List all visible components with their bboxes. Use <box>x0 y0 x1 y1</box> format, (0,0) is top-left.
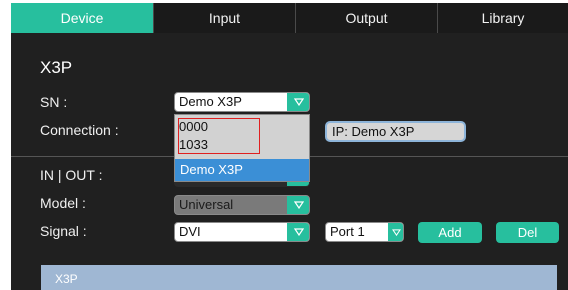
highlight-box <box>178 118 260 154</box>
signal-select[interactable]: DVI <box>174 222 310 242</box>
model-dropdown-arrow[interactable] <box>287 196 309 214</box>
signal-label: Signal : <box>40 223 87 239</box>
sn-label: SN : <box>40 94 68 110</box>
sn-option-demo-x3p[interactable]: Demo X3P <box>175 159 309 181</box>
device-title: X3P <box>40 58 73 77</box>
ip-address-field[interactable]: IP: Demo X3P <box>325 121 466 142</box>
device-preview-label: X3P <box>55 272 78 286</box>
in-out-label: IN | OUT : <box>40 167 103 183</box>
chevron-down-icon <box>293 201 304 209</box>
sn-select-value: Demo X3P <box>179 94 242 109</box>
sn-select[interactable]: Demo X3P <box>174 92 310 112</box>
model-select-value: Universal <box>179 197 234 212</box>
tab-output[interactable]: Output <box>296 3 438 33</box>
sn-dropdown-list: 0000 1033 Demo X3P <box>174 114 310 182</box>
model-label: Model : <box>40 195 86 211</box>
port-select-value: Port 1 <box>330 224 365 239</box>
port-dropdown-arrow[interactable] <box>388 223 403 241</box>
tab-bar: Device Input Output Library <box>11 3 568 33</box>
add-button[interactable]: Add <box>418 222 482 243</box>
tab-input[interactable]: Input <box>154 3 296 33</box>
model-select[interactable]: Universal <box>174 195 310 215</box>
device-panel: X3P SN : Demo X3P Connection : IP: Demo … <box>11 33 568 290</box>
tab-library[interactable]: Library <box>438 3 568 33</box>
sn-dropdown-arrow[interactable] <box>287 93 309 111</box>
chevron-down-icon <box>293 98 304 106</box>
device-preview[interactable]: X3P <box>41 265 557 290</box>
port-select[interactable]: Port 1 <box>325 222 404 242</box>
signal-select-value: DVI <box>179 224 201 239</box>
chevron-down-icon <box>293 228 304 236</box>
tab-device[interactable]: Device <box>11 3 154 33</box>
connection-label: Connection : <box>40 122 119 138</box>
del-button[interactable]: Del <box>496 222 559 243</box>
signal-dropdown-arrow[interactable] <box>287 223 309 241</box>
chevron-down-icon <box>391 228 401 236</box>
